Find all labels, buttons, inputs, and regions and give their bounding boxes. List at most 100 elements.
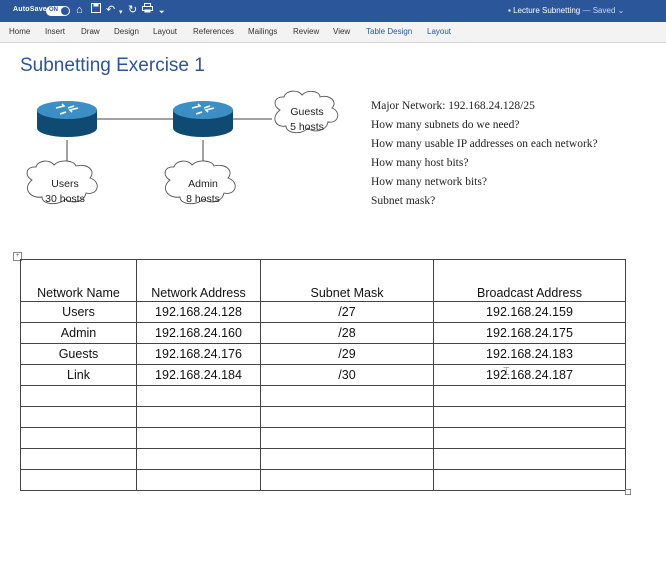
- question-subnet-mask: Subnet mask?: [371, 195, 436, 207]
- table-row: Guests 192.168.24.176 /29 192.168.24.183: [20, 343, 626, 365]
- cloud-guests-hosts: 5 hosts: [290, 121, 324, 133]
- table-cell[interactable]: /28: [260, 322, 434, 344]
- table-cell[interactable]: [20, 406, 137, 428]
- network-diagram: Guests 5 hosts Users 30 hosts Admin 8 ho…: [26, 90, 339, 205]
- tab-design[interactable]: Design: [114, 27, 139, 36]
- table-cell[interactable]: 192.168.24.184: [136, 364, 261, 386]
- table-cell[interactable]: [136, 406, 261, 428]
- header-network-name[interactable]: Network Name: [20, 259, 137, 302]
- question-major-network: Major Network: 192.168.24.128/25: [371, 100, 535, 112]
- table-cell[interactable]: 192.168.24.159: [433, 301, 626, 323]
- tab-table-design[interactable]: Table Design: [366, 27, 412, 36]
- table-cell[interactable]: Users: [20, 301, 137, 323]
- table-cell[interactable]: [433, 385, 626, 407]
- table-cell[interactable]: [433, 427, 626, 449]
- ribbon-tabs: Home Insert Draw Design Layout Reference…: [0, 22, 666, 43]
- tab-review[interactable]: Review: [293, 27, 319, 36]
- table-cell[interactable]: [20, 385, 137, 407]
- text-cursor-icon: ⌶: [503, 366, 510, 378]
- table-cell[interactable]: [260, 469, 434, 491]
- autosave-label: AutoSave: [13, 6, 47, 13]
- tab-table-layout[interactable]: Layout: [427, 27, 451, 36]
- table-cell[interactable]: [20, 427, 137, 449]
- toggle-knob: [61, 7, 69, 15]
- table-cell[interactable]: 192.168.24.160: [136, 322, 261, 344]
- save-icon[interactable]: [91, 3, 101, 17]
- title-bar: AutoSave ON ⌂ ↶ ▾ ↻ ⏷ ▪ Lecture Subnetti…: [0, 0, 666, 22]
- chevron-down-icon[interactable]: ⌄: [618, 6, 625, 15]
- table-cell[interactable]: /29: [260, 343, 434, 365]
- document-icon: ▪: [508, 6, 511, 15]
- save-status: — Saved: [582, 6, 616, 15]
- table-cell[interactable]: [20, 469, 137, 491]
- table-row: [20, 469, 626, 491]
- tab-view[interactable]: View: [333, 27, 350, 36]
- table-cell[interactable]: [260, 406, 434, 428]
- cloud-guests-label: Guests: [290, 106, 323, 118]
- table-header-row: Network Name Network Address Subnet Mask…: [20, 259, 626, 302]
- table-cell[interactable]: [433, 406, 626, 428]
- table-cell[interactable]: 192.168.24.128: [136, 301, 261, 323]
- question-host-bits: How many host bits?: [371, 157, 469, 169]
- table-row: [20, 385, 626, 407]
- tab-insert[interactable]: Insert: [45, 27, 65, 36]
- table-cell[interactable]: /30: [260, 364, 434, 386]
- table-resize-handle[interactable]: [625, 489, 631, 495]
- cloud-admin-hosts: 8 hosts: [186, 193, 220, 205]
- autosave-toggle[interactable]: ON: [46, 6, 70, 16]
- customize-icon[interactable]: ⏷: [159, 6, 165, 20]
- header-broadcast-address[interactable]: Broadcast Address: [433, 259, 626, 302]
- table-cell[interactable]: [136, 448, 261, 470]
- cloud-admin-label: Admin: [188, 178, 218, 190]
- table-row: [20, 427, 626, 449]
- table-cell[interactable]: [20, 448, 137, 470]
- question-subnets: How many subnets do we need?: [371, 119, 520, 131]
- tab-draw[interactable]: Draw: [81, 27, 100, 36]
- document-title-text: Lecture Subnetting: [513, 6, 581, 15]
- table-cell[interactable]: 192.168.24.183: [433, 343, 626, 365]
- header-network-address[interactable]: Network Address: [136, 259, 261, 302]
- table-cell[interactable]: Guests: [20, 343, 137, 365]
- question-network-bits: How many network bits?: [371, 176, 487, 188]
- table-cell[interactable]: Link: [20, 364, 137, 386]
- router-icon: [173, 101, 233, 137]
- table-cell[interactable]: [136, 469, 261, 491]
- subnet-table: Network Name Network Address Subnet Mask…: [20, 259, 626, 491]
- cloud-users-hosts: 30 hosts: [45, 193, 85, 205]
- home-icon[interactable]: ⌂: [76, 3, 83, 17]
- tab-mailings[interactable]: Mailings: [248, 27, 277, 36]
- table-cell[interactable]: [136, 385, 261, 407]
- tab-home[interactable]: Home: [9, 27, 30, 36]
- page-title: Subnetting Exercise 1: [20, 55, 205, 76]
- table-cell[interactable]: [136, 427, 261, 449]
- table-cell[interactable]: [260, 427, 434, 449]
- tab-layout[interactable]: Layout: [153, 27, 177, 36]
- undo-icon[interactable]: ↶: [106, 3, 115, 17]
- redo-icon[interactable]: ↻: [128, 3, 137, 17]
- table-row: Admin 192.168.24.160 /28 192.168.24.175: [20, 322, 626, 344]
- table-cell[interactable]: 192.168.24.175: [433, 322, 626, 344]
- table-row: Link 192.168.24.184 /30 192.168.24.187: [20, 364, 626, 386]
- table-cell[interactable]: [433, 448, 626, 470]
- table-cell[interactable]: 192.168.24.176: [136, 343, 261, 365]
- tab-references[interactable]: References: [193, 27, 234, 36]
- header-subnet-mask[interactable]: Subnet Mask: [260, 259, 434, 302]
- questions-list: Major Network: 192.168.24.128/25 How man…: [371, 99, 598, 213]
- chevron-down-icon[interactable]: ▾: [119, 6, 123, 20]
- cloud-admin: Admin 8 hosts: [164, 160, 236, 205]
- autosave-state: ON: [49, 7, 58, 13]
- table-row: Users 192.168.24.128 /27 192.168.24.159: [20, 301, 626, 323]
- print-icon[interactable]: [142, 3, 153, 17]
- table-cell[interactable]: 192.168.24.187: [433, 364, 626, 386]
- cloud-users-label: Users: [51, 178, 78, 190]
- table-cell[interactable]: [260, 448, 434, 470]
- table-cell[interactable]: [260, 385, 434, 407]
- document-title: ▪ Lecture Subnetting — Saved ⌄: [508, 6, 624, 15]
- cloud-guests: Guests 5 hosts: [274, 90, 339, 134]
- question-usable-ips: How many usable IP addresses on each net…: [371, 138, 598, 150]
- table-cell[interactable]: Admin: [20, 322, 137, 344]
- table-row: [20, 448, 626, 470]
- table-cell[interactable]: [433, 469, 626, 491]
- table-row: [20, 406, 626, 428]
- table-cell[interactable]: /27: [260, 301, 434, 323]
